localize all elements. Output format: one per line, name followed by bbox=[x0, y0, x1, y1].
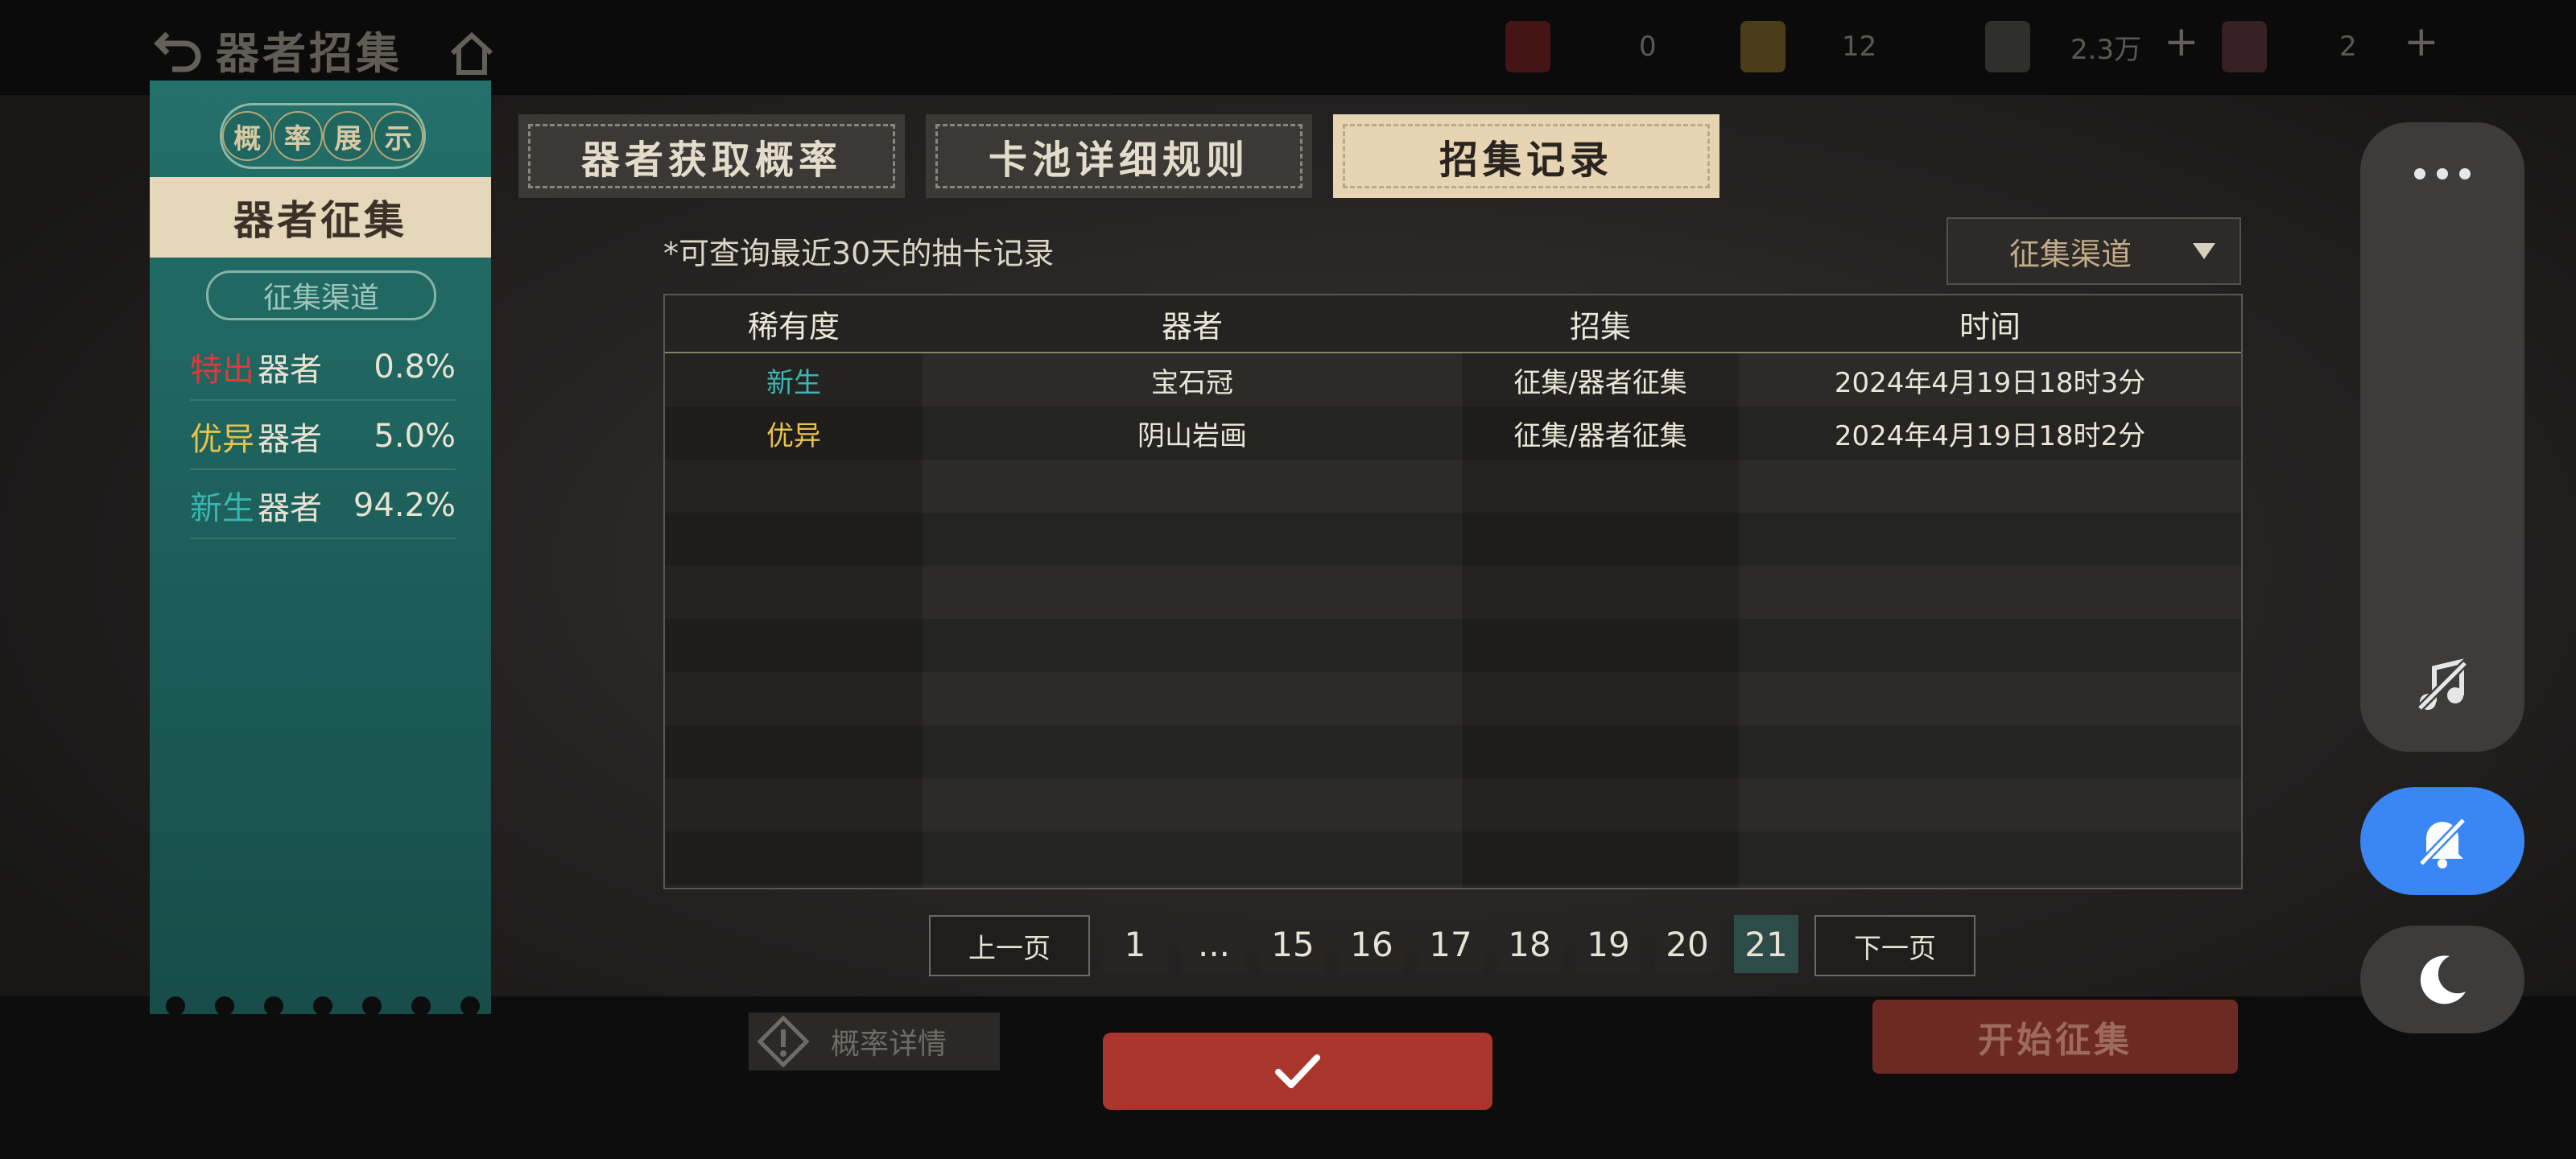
rate-label: 器者 bbox=[258, 421, 322, 458]
rarity-cell: 新生 bbox=[766, 366, 821, 399]
name-cell: 宝石冠 bbox=[1151, 366, 1233, 399]
column-header: 时间 bbox=[1959, 308, 2021, 344]
page-button-current[interactable]: 21 bbox=[1734, 915, 1798, 973]
red-token-icon bbox=[1505, 21, 1550, 72]
rate-label: 器者 bbox=[258, 352, 322, 389]
resource-compass-ticket: 2 bbox=[2222, 14, 2357, 79]
pool-name-banner: 器者征集 bbox=[150, 177, 491, 258]
records-table: 稀有度 器者 招集 时间 新生 宝石冠 征集/器者征集 2024年4月19日18… bbox=[663, 294, 2243, 889]
source-cell: 征集/器者征集 bbox=[1513, 366, 1687, 399]
stamp-char: 示 bbox=[373, 111, 423, 161]
confirm-button[interactable] bbox=[1103, 1033, 1492, 1110]
page-button[interactable]: 19 bbox=[1576, 915, 1641, 973]
column-header: 器者 bbox=[1161, 308, 1223, 344]
time-cell: 2024年4月19日18时3分 bbox=[1834, 366, 2146, 399]
gold-figure-icon bbox=[1740, 21, 1785, 72]
rate-value: 0.8% bbox=[374, 349, 456, 386]
rate-value: 5.0% bbox=[374, 418, 456, 455]
stamp-char: 展 bbox=[323, 111, 374, 161]
resource-red-token: 0 bbox=[1505, 14, 1657, 79]
dropdown-arrow-icon bbox=[2193, 243, 2215, 259]
probability-details-label: 概率详情 bbox=[831, 1028, 947, 1061]
table-header: 稀有度 器者 招集 时间 bbox=[665, 295, 2241, 353]
rate-value: 94.2% bbox=[353, 487, 456, 524]
compass-ticket-icon bbox=[2222, 21, 2267, 72]
stamp-char: 概 bbox=[222, 111, 273, 161]
next-page-button[interactable]: 下一页 bbox=[1814, 915, 1975, 976]
rarity-tag: 新生 bbox=[190, 490, 254, 527]
rarity-tag: 优异 bbox=[190, 421, 254, 458]
stamp-char: 率 bbox=[272, 111, 323, 161]
page-button[interactable]: 16 bbox=[1340, 915, 1404, 973]
music-off-icon[interactable] bbox=[2410, 654, 2475, 718]
home-icon[interactable] bbox=[448, 29, 496, 77]
add-ticket-button[interactable]: + bbox=[2404, 18, 2439, 66]
rarity-cell: 优异 bbox=[766, 419, 821, 452]
source-cell: 征集/器者征集 bbox=[1513, 419, 1687, 452]
prev-page-button[interactable]: 上一页 bbox=[929, 915, 1090, 976]
add-coin-button[interactable]: + bbox=[2164, 18, 2199, 66]
rate-label: 器者 bbox=[258, 490, 322, 527]
page-button[interactable]: 18 bbox=[1497, 915, 1562, 973]
checkmark-icon bbox=[1275, 1054, 1320, 1088]
time-cell: 2024年4月19日18时2分 bbox=[1834, 419, 2146, 452]
channel-filter-dropdown[interactable]: 征集渠道 bbox=[1946, 217, 2241, 285]
more-dots-icon[interactable] bbox=[2410, 164, 2475, 184]
rarity-tag: 特出 bbox=[190, 352, 254, 389]
page-ellipsis: ... bbox=[1182, 915, 1246, 973]
page-title: 器者招集 bbox=[216, 27, 402, 79]
tab-recruit-records[interactable]: 招集记录 bbox=[1333, 114, 1719, 198]
probability-display-stamp: 概 率 展 示 bbox=[220, 103, 426, 169]
resource-value: 0 bbox=[1639, 31, 1657, 63]
resource-gold-figure: 12 bbox=[1740, 14, 1876, 79]
rate-row-new: 新生 器者 94.2% bbox=[190, 473, 456, 539]
rate-row-excellent: 优异 器者 5.0% bbox=[190, 404, 456, 470]
coin-box-icon bbox=[1985, 21, 2030, 72]
page-button[interactable]: 20 bbox=[1655, 915, 1719, 973]
side-toolbar bbox=[2360, 122, 2524, 752]
page-button[interactable]: 15 bbox=[1261, 915, 1325, 973]
tab-label: 招集记录 bbox=[1439, 138, 1613, 183]
channel-label: 征集渠道 bbox=[206, 270, 436, 320]
mute-notification-button[interactable] bbox=[2360, 787, 2524, 895]
filter-label: 征集渠道 bbox=[2009, 236, 2132, 272]
column-header: 招集 bbox=[1569, 308, 1631, 344]
tab-label: 卡池详细规则 bbox=[988, 138, 1249, 183]
warning-icon bbox=[755, 1013, 811, 1070]
night-mode-button[interactable] bbox=[2360, 926, 2524, 1033]
table-row: 新生 宝石冠 征集/器者征集 2024年4月19日18时3分 bbox=[665, 353, 2241, 406]
column-header: 稀有度 bbox=[747, 308, 840, 344]
resource-value: 12 bbox=[1842, 31, 1877, 63]
tab-acquire-probability[interactable]: 器者获取概率 bbox=[518, 114, 905, 198]
tab-label: 器者获取概率 bbox=[580, 138, 842, 183]
page-button[interactable]: 17 bbox=[1418, 915, 1483, 973]
resource-coin-box: 2.3万 bbox=[1985, 14, 2141, 79]
moon-icon bbox=[2420, 955, 2466, 1004]
start-recruit-button[interactable]: 开始征集 bbox=[1872, 1000, 2238, 1074]
records-note: *可查询最近30天的抽卡记录 bbox=[663, 236, 1055, 271]
tab-pool-rules[interactable]: 卡池详细规则 bbox=[926, 114, 1312, 198]
table-row: 优异 阴山岩画 征集/器者征集 2024年4月19日18时2分 bbox=[665, 406, 2241, 460]
probability-details-button[interactable]: 概率详情 bbox=[749, 1013, 1000, 1070]
ticket-perforation bbox=[166, 996, 480, 1016]
back-icon[interactable] bbox=[153, 23, 204, 74]
page-button[interactable]: 1 bbox=[1103, 915, 1167, 973]
probability-panel: 概 率 展 示 器者征集 征集渠道 特出 器者 0.8% 优异 器者 5.0% 新生… bbox=[150, 80, 491, 1016]
rate-row-special: 特出 器者 0.8% bbox=[190, 335, 456, 401]
bell-off-icon bbox=[2417, 815, 2468, 868]
resource-value: 2.3万 bbox=[2070, 33, 2142, 66]
name-cell: 阴山岩画 bbox=[1137, 419, 1247, 452]
resource-value: 2 bbox=[2339, 31, 2357, 63]
